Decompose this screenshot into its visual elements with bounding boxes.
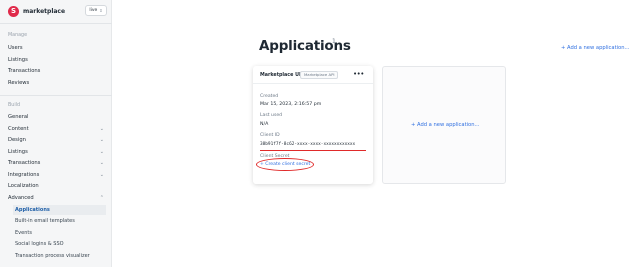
divider [0, 23, 112, 24]
sidebar-item-advanced[interactable]: Advanced ⌃ [8, 193, 106, 203]
sidebar-item-localization[interactable]: Localization [8, 181, 106, 191]
add-application-card-link[interactable]: + Add a new application... [411, 122, 479, 128]
sidebar-subitem-process-visualizer[interactable]: Transaction process visualizer [13, 251, 106, 261]
chevron-down-icon: ⌄ [99, 137, 104, 143]
client-id-label: Client ID [260, 133, 280, 138]
environment-selector[interactable]: live ⇕ [85, 5, 107, 16]
application-count: 1 [332, 38, 336, 45]
api-badge: Marketplace API [300, 71, 339, 79]
created-value: Mar 15, 2023, 2:16:57 pm [260, 102, 322, 107]
divider [0, 95, 112, 96]
add-application-link[interactable]: + Add a new application... [561, 45, 629, 51]
sidebar: S marketplace live ⇕ Manage Users Listin… [0, 0, 112, 267]
brand-name: marketplace [23, 7, 66, 15]
sidebar-item-users[interactable]: Users [8, 43, 106, 53]
annotation-ellipse [256, 158, 314, 171]
sidebar-item-integrations[interactable]: Integrations ⌄ [8, 170, 106, 180]
environment-label: live [89, 8, 98, 13]
chevron-up-icon: ⌃ [99, 195, 104, 201]
last-used-label: Last used [260, 113, 283, 118]
sidebar-item-listings[interactable]: Listings [8, 55, 106, 65]
sidebar-subitem-social-logins[interactable]: Social logins & SSO [13, 239, 106, 249]
chevron-down-icon: ⌄ [99, 172, 104, 178]
created-label: Created [260, 94, 279, 99]
sidebar-item-reviews[interactable]: Reviews [8, 78, 106, 88]
sidebar-subitem-email-templates[interactable]: Built-in email templates [13, 216, 106, 226]
chevron-updown-icon: ⇕ [99, 8, 103, 13]
last-used-value: N/A [260, 122, 269, 127]
sidebar-subitem-applications[interactable]: Applications [13, 205, 106, 215]
manage-section-title: Manage [8, 33, 28, 38]
annotation-underline [260, 150, 366, 151]
sidebar-item-content[interactable]: Content ⌄ [8, 124, 106, 134]
chevron-down-icon: ⌄ [99, 126, 104, 132]
chevron-down-icon: ⌄ [99, 149, 104, 155]
marketplace-logo-icon: S [8, 5, 19, 17]
card-header: Marketplace UI Marketplace API ••• [253, 66, 373, 84]
sidebar-item-design[interactable]: Design ⌄ [8, 135, 106, 145]
page-title: Applications [259, 38, 351, 54]
sidebar-item-transactions[interactable]: Transactions [8, 66, 106, 76]
application-name: Marketplace UI [260, 73, 301, 78]
sidebar-item-general[interactable]: General [8, 112, 106, 122]
sidebar-item-listings-build[interactable]: Listings ⌄ [8, 147, 106, 157]
sidebar-subitem-events[interactable]: Events [13, 228, 106, 238]
chevron-down-icon: ⌄ [99, 160, 104, 166]
build-section-title: Build [8, 103, 21, 108]
client-id-value[interactable]: 38b91f7f-8c62-xxxx-xxxx-xxxxxxxxxxxx [260, 142, 355, 147]
brand[interactable]: S marketplace [8, 5, 65, 17]
sidebar-item-transactions-build[interactable]: Transactions ⌄ [8, 158, 106, 168]
more-options-icon[interactable]: ••• [353, 70, 364, 78]
